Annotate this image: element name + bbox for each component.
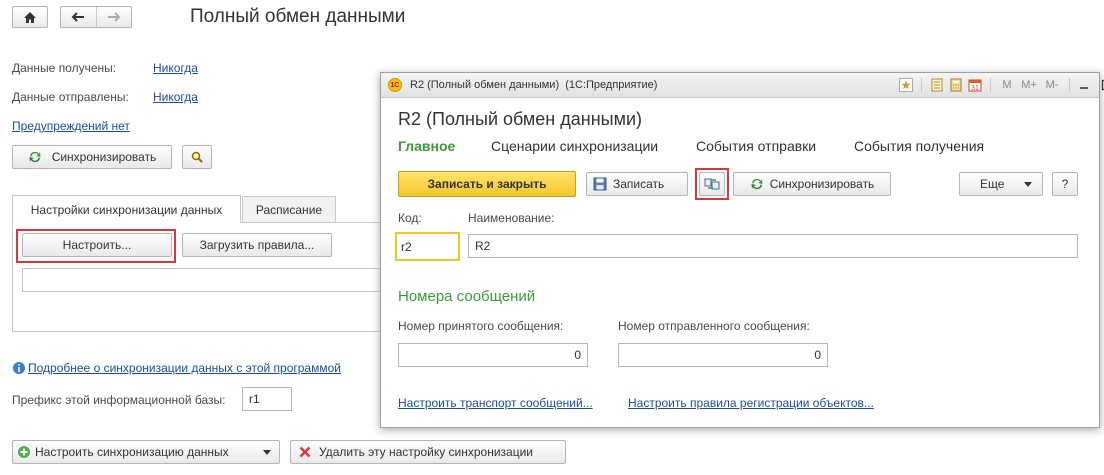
load-rules-button-label: Загрузить правила... <box>199 238 315 252</box>
prefix-label: Префикс этой информационной базы: <box>12 393 226 407</box>
forward-button[interactable] <box>97 7 132 27</box>
memory-m-button[interactable]: M <box>999 79 1015 91</box>
code-label: Код: <box>398 211 422 225</box>
save-button[interactable]: Записать <box>586 172 688 196</box>
favorite-icon[interactable] <box>899 78 913 92</box>
load-rules-button[interactable]: Загрузить правила... <box>182 233 332 257</box>
more-info-link[interactable]: Подробнее о синхронизации данных с этой … <box>28 361 341 375</box>
tab-sync-settings[interactable]: Настройки синхронизации данных <box>12 195 241 223</box>
dialog-heading: R2 (Полный обмен данными) <box>398 109 643 129</box>
dialog-window-title: R2 (Полный обмен данными) (1С:Предприяти… <box>410 79 658 91</box>
back-button[interactable] <box>61 7 97 27</box>
memory-mplus-button[interactable]: M+ <box>1020 79 1038 91</box>
delete-setup-button-label: Удалить эту настройку синхронизации <box>319 445 534 459</box>
warnings-link[interactable]: Предупреждений нет <box>12 119 130 133</box>
tab-sync-settings-label: Настройки синхронизации данных <box>30 202 223 217</box>
help-button[interactable]: ? <box>1052 172 1078 196</box>
code-input[interactable]: r2 <box>395 232 460 261</box>
sent-msg-label: Номер отправленного сообщения: <box>618 319 810 333</box>
save-button-label: Записать <box>613 177 665 191</box>
sync-icon <box>29 151 41 163</box>
tab-schedule[interactable]: Расписание <box>242 196 336 223</box>
transport-link[interactable]: Настроить транспорт сообщений... <box>398 396 593 410</box>
sent-value-link[interactable]: Никогда <box>153 90 198 104</box>
name-label: Наименование: <box>468 211 555 225</box>
calculator-icon[interactable] <box>949 78 963 92</box>
name-input[interactable]: R2 <box>468 234 1078 258</box>
sync-icon <box>751 178 763 190</box>
main-sync-button[interactable]: Синхронизировать <box>12 145 172 169</box>
received-value-link[interactable]: Никогда <box>153 61 198 75</box>
setup-sync-button[interactable]: Настроить синхронизацию данных <box>12 440 280 464</box>
dialog-sync-button-label: Синхронизировать <box>769 177 875 191</box>
received-label: Данные получены: <box>12 61 117 75</box>
app-logo-icon: 1C <box>388 78 402 92</box>
sent-msg-input[interactable]: 0 <box>618 343 828 367</box>
more-button[interactable]: Еще <box>959 172 1043 196</box>
info-icon <box>13 362 25 374</box>
dropdown-arrow-icon <box>1024 181 1032 187</box>
delete-icon <box>299 446 311 458</box>
more-info-row: Подробнее о синхронизации данных с этой … <box>12 361 341 375</box>
memory-mminus-button[interactable]: M- <box>1043 79 1061 91</box>
save-and-close-button[interactable]: Записать и закрыть <box>398 171 576 197</box>
titlebar-tools: 31 M M+ M- <box>899 76 1104 94</box>
arrow-right-icon <box>107 12 121 22</box>
svg-text:31: 31 <box>971 85 979 92</box>
rules-info-field <box>22 268 402 292</box>
configure-highlight <box>16 229 176 263</box>
home-button[interactable] <box>12 6 48 28</box>
search-icon <box>191 151 203 163</box>
save-and-close-button-label: Записать и закрыть <box>427 177 547 191</box>
home-icon <box>24 11 36 23</box>
dialog-tab-send-events[interactable]: События отправки <box>696 138 816 154</box>
page-title: Полный обмен данными <box>190 6 406 27</box>
received-msg-label: Номер принятого сообщения: <box>398 319 564 333</box>
main-sync-button-label: Синхронизировать <box>51 150 157 164</box>
dialog-window: 1C R2 (Полный обмен данными) (1С:Предпри… <box>380 72 1104 428</box>
nav-buttons-group <box>60 6 132 28</box>
arrow-left-icon <box>71 12 85 22</box>
minimize-icon[interactable] <box>1078 79 1090 91</box>
received-msg-input[interactable]: 0 <box>398 343 588 367</box>
setup-sync-button-label: Настроить синхронизацию данных <box>35 445 229 459</box>
calendar-icon[interactable]: 31 <box>968 78 982 92</box>
print-list-icon[interactable] <box>930 78 944 92</box>
more-button-label: Еще <box>980 177 1005 191</box>
dialog-tab-receive-events[interactable]: События получения <box>854 138 984 154</box>
messages-section-title: Номера сообщений <box>398 288 536 305</box>
search-button[interactable] <box>182 145 212 169</box>
floppy-disk-icon <box>593 177 607 191</box>
sent-label: Данные отправлены: <box>12 90 129 104</box>
registration-rules-link[interactable]: Настроить правила регистрации объектов..… <box>628 396 874 410</box>
exchange-settings-highlight <box>695 168 729 200</box>
dialog-sync-button[interactable]: Синхронизировать <box>733 172 891 196</box>
delete-setup-button[interactable]: Удалить эту настройку синхронизации <box>290 440 566 464</box>
help-button-label: ? <box>1061 177 1069 191</box>
add-icon <box>18 446 30 458</box>
prefix-input[interactable]: r1 <box>242 387 292 411</box>
dialog-tab-scenarios[interactable]: Сценарии синхронизации <box>491 138 658 154</box>
dropdown-arrow-icon <box>263 449 271 455</box>
tab-schedule-label: Расписание <box>255 202 323 217</box>
dialog-tab-main[interactable]: Главное <box>398 138 455 154</box>
